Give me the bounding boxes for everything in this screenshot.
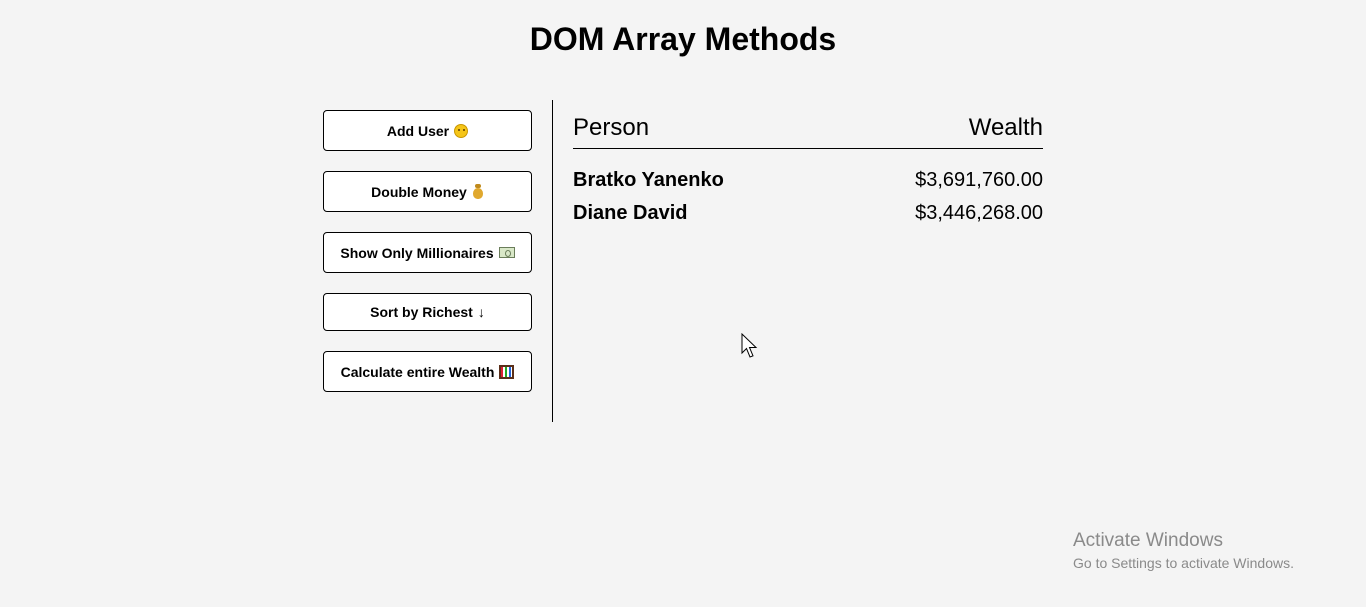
abacus-icon: [499, 364, 515, 379]
calculate-wealth-label: Calculate entire Wealth: [340, 363, 495, 380]
person-wealth: $3,446,268.00: [915, 201, 1043, 224]
activate-windows-watermark: Activate Windows Go to Settings to activ…: [1073, 530, 1294, 573]
double-money-button[interactable]: Double Money: [323, 171, 532, 212]
column-person: Person: [573, 114, 650, 141]
show-millionaires-button[interactable]: Show Only Millionaires: [323, 232, 532, 273]
money-bag-icon: [472, 184, 484, 199]
vertical-divider: [552, 100, 553, 422]
mouse-cursor-icon: [741, 333, 758, 358]
add-user-label: Add User: [386, 122, 450, 139]
table-row: Bratko Yanenko $3,691,760.00: [573, 166, 1043, 194]
watermark-subtitle: Go to Settings to activate Windows.: [1073, 555, 1294, 571]
show-millionaires-label: Show Only Millionaires: [340, 244, 494, 261]
column-wealth: Wealth: [968, 114, 1043, 141]
face-icon: [454, 123, 469, 138]
table-row: Diane David $3,446,268.00: [573, 199, 1043, 227]
page-title: DOM Array Methods: [529, 21, 837, 57]
banknote-icon: [498, 247, 515, 258]
arrow-down-icon: ↓: [477, 304, 485, 320]
person-name: Bratko Yanenko: [573, 168, 724, 191]
watermark-title: Activate Windows: [1073, 530, 1223, 551]
sort-richest-label: Sort by Richest: [370, 304, 473, 320]
table-header: Person Wealth: [573, 108, 1043, 149]
person-wealth: $3,691,760.00: [915, 168, 1043, 191]
add-user-button[interactable]: Add User: [323, 110, 532, 151]
sort-richest-button[interactable]: Sort by Richest ↓: [323, 293, 532, 331]
double-money-label: Double Money: [371, 183, 467, 200]
person-name: Diane David: [573, 201, 688, 224]
calculate-wealth-button[interactable]: Calculate entire Wealth: [323, 351, 532, 392]
